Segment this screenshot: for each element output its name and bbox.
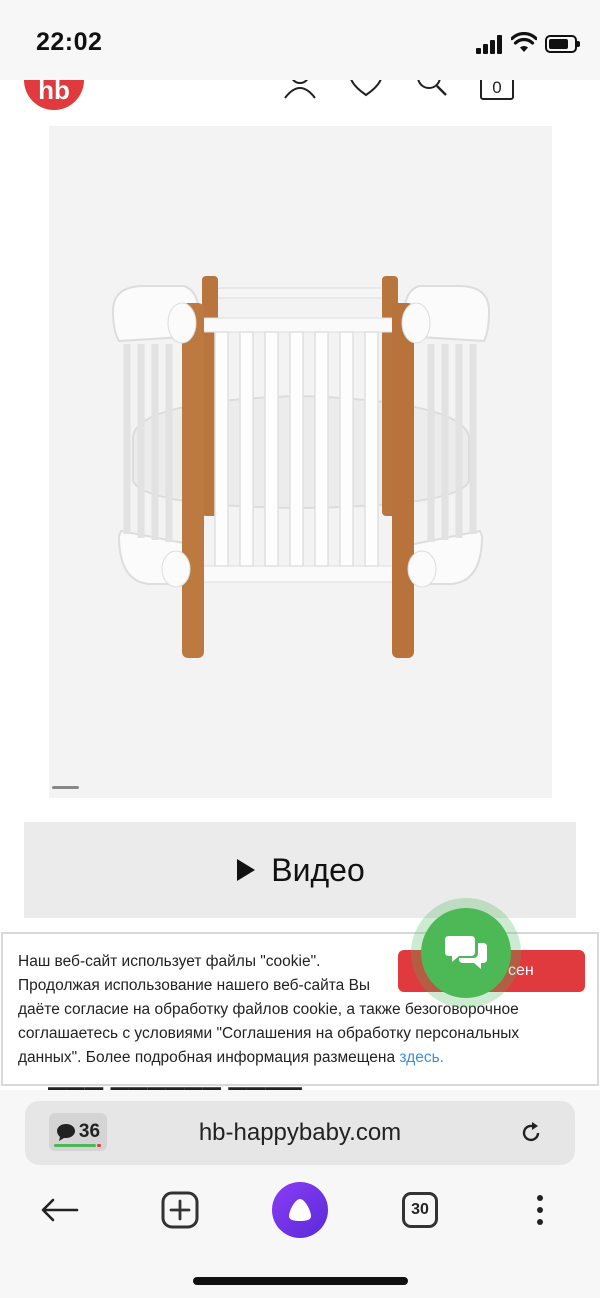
wifi-icon — [511, 32, 537, 52]
play-icon — [237, 859, 256, 881]
alice-drop-shape — [289, 1199, 311, 1221]
search-icon[interactable] — [414, 80, 448, 100]
heart-icon[interactable] — [348, 80, 384, 100]
chat-button[interactable] — [411, 898, 521, 1008]
comment-icon — [56, 1124, 75, 1141]
signal-icon — [476, 34, 504, 54]
cart-icon[interactable]: 0 — [480, 80, 514, 100]
reload-icon[interactable] — [519, 1121, 543, 1145]
home-indicator[interactable] — [193, 1277, 408, 1285]
cart-count: 0 — [492, 80, 502, 97]
logo[interactable]: hb — [24, 80, 84, 110]
address-bar[interactable]: hb-happybaby.com 36 — [25, 1101, 575, 1165]
site-header: hb 0 — [0, 80, 600, 126]
slide-indicator — [52, 786, 79, 789]
new-tab-plus-icon — [161, 1191, 199, 1229]
menu-icon[interactable] — [546, 80, 578, 100]
new-tab-button[interactable] — [150, 1180, 210, 1240]
battery-fill — [549, 39, 568, 49]
cookie-text-line: даёте согласие на обработку файлов cooki… — [18, 1001, 519, 1018]
cookie-text-line: соглашаетесь с условиями "Соглашения на … — [18, 1025, 520, 1042]
rating-bar-negative — [97, 1144, 101, 1147]
product-image[interactable] — [49, 126, 552, 798]
status-bar: 22:02 — [0, 0, 600, 80]
more-icon — [537, 1195, 543, 1225]
alice-assistant-button[interactable] — [270, 1180, 330, 1240]
cookie-details-link[interactable]: здесь. — [399, 1049, 444, 1066]
tabs-count: 30 — [411, 1201, 429, 1218]
tabs-button[interactable]: 30 — [390, 1180, 450, 1240]
comments-count: 36 — [78, 1121, 101, 1142]
url-text[interactable]: hb-happybaby.com — [25, 1101, 575, 1165]
rating-bar-positive — [54, 1144, 96, 1147]
chat-button-inner — [421, 908, 511, 998]
user-icon[interactable] — [283, 80, 317, 100]
comments-badge[interactable]: 36 — [49, 1113, 107, 1151]
cookie-text-line: данных". Более подробная информация разм… — [18, 1049, 396, 1066]
back-button[interactable] — [30, 1180, 90, 1240]
browser-toolbar: hb-happybaby.com 36 30 — [0, 1090, 600, 1298]
back-arrow-icon — [41, 1198, 79, 1222]
alice-assistant-icon — [272, 1182, 328, 1238]
chat-icon — [445, 936, 487, 969]
crib-illustration — [111, 276, 491, 658]
status-time: 22:02 — [36, 28, 103, 56]
battery-icon — [545, 35, 580, 53]
tabs-icon: 30 — [402, 1192, 438, 1228]
browser-nav-bar: 30 — [0, 1180, 600, 1240]
page: 22:02 hb 0 Видео сен Наш веб-сайт исполь… — [0, 0, 600, 1298]
more-button[interactable] — [510, 1180, 570, 1240]
video-button[interactable]: Видео — [24, 822, 576, 918]
video-label: Видео — [271, 851, 365, 888]
